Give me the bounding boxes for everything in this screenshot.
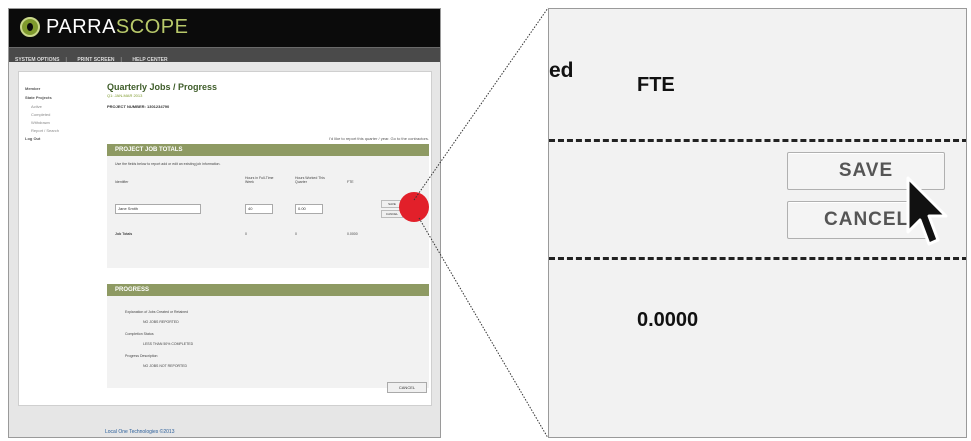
- zoom-divider-bottom: [549, 257, 966, 260]
- zoom-connector-top: [413, 7, 549, 201]
- zoom-divider-top: [549, 139, 966, 142]
- zoom-partial-label: ed: [549, 59, 574, 82]
- zoom-fte-total: 0.0000: [637, 309, 699, 331]
- zoom-connector-bottom: [418, 217, 549, 439]
- zoom-panel: ed FTE SAVE CANCEL 0.0000: [548, 8, 967, 438]
- mouse-cursor-icon: [906, 176, 948, 246]
- zoom-fte-label: FTE: [637, 74, 675, 96]
